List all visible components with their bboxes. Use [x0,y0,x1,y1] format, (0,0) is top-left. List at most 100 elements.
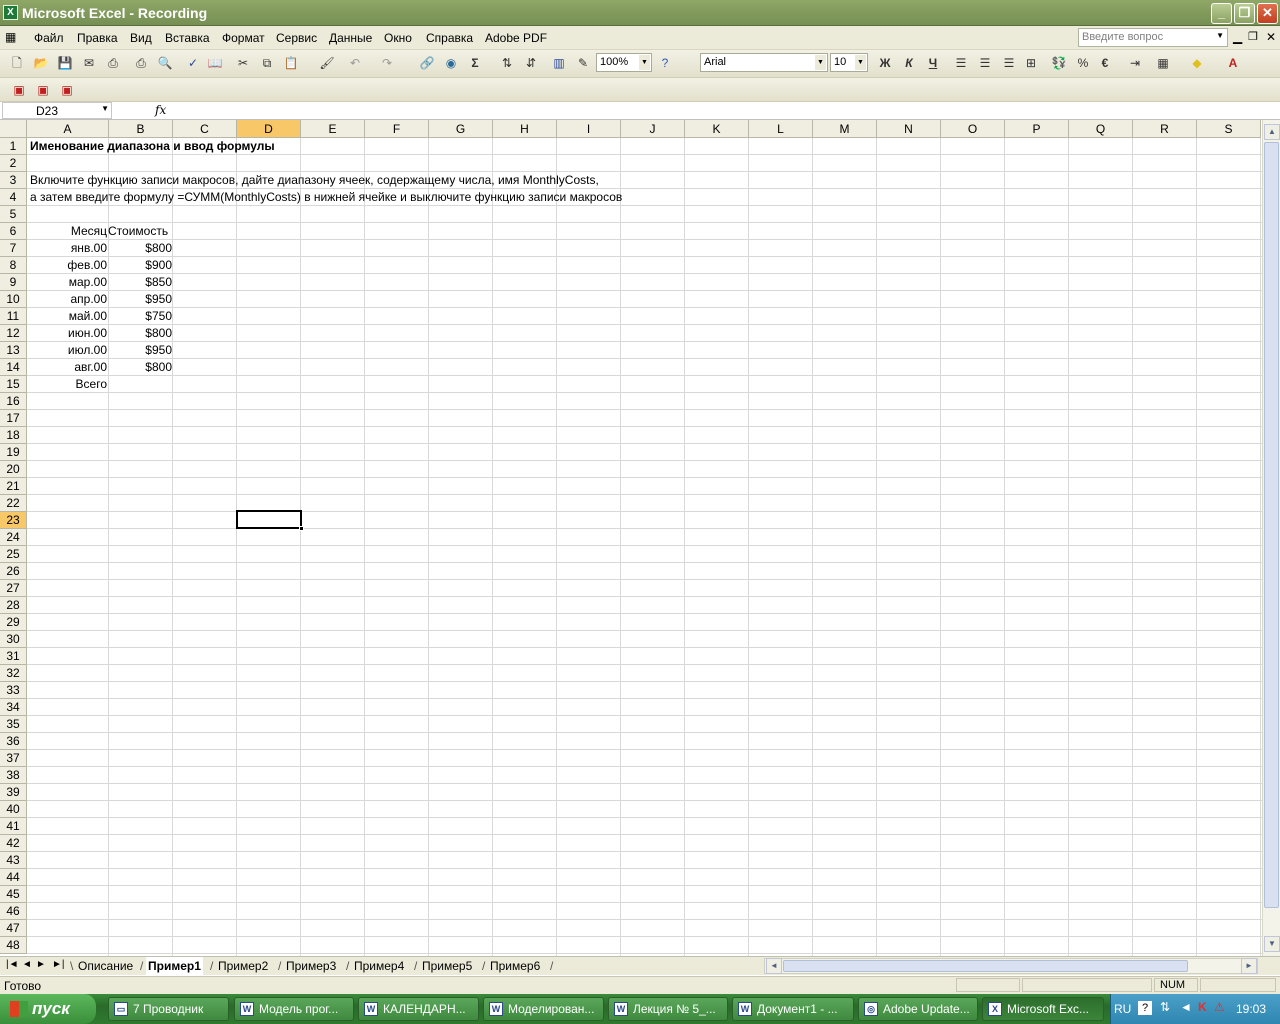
taskbar-item-1[interactable]: W Модель прог... [234,997,354,1021]
percent-icon[interactable]: % [1074,54,1092,72]
undo-icon[interactable]: ↶ [346,54,364,72]
row-header-16[interactable]: 16 [0,393,27,410]
chevron-down-icon[interactable]: ▼ [855,55,866,70]
spreadsheet-grid[interactable]: ABCDEFGHIJKLMNOPQRS 1 2 3 4 5 6 7 8 9 10 11 12 13 14 1… [0,120,1262,956]
copy-icon[interactable]: ⧉ [258,54,276,72]
chevron-down-icon[interactable]: ▼ [1216,31,1224,40]
pdf-convert-icon[interactable]: ▣ [10,81,28,99]
cell-cost[interactable]: $750 [110,308,174,325]
taskbar-item-6[interactable]: ◎ Adobe Update... [858,997,978,1021]
column-header-q[interactable]: Q [1069,120,1133,138]
row-header-10[interactable]: 10 [0,291,27,308]
print-preview-icon[interactable]: ⎙ [132,54,150,72]
taskbar-item-7[interactable]: X Microsoft Exc... [982,997,1104,1021]
row-header-18[interactable]: 18 [0,427,27,444]
taskbar-item-4[interactable]: W Лекция № 5_... [608,997,728,1021]
fill-color-icon[interactable]: ◆ [1188,54,1206,72]
row-header-5[interactable]: 5 [0,206,27,223]
row-header-36[interactable]: 36 [0,733,27,750]
sheet-tab-6[interactable]: Пример6 [488,957,542,975]
row-header-34[interactable]: 34 [0,699,27,716]
language-indicator[interactable]: RU [1114,1002,1131,1016]
active-cell-d23[interactable] [236,510,304,531]
column-header-e[interactable]: E [301,120,365,138]
row-header-24[interactable]: 24 [0,529,27,546]
column-header-s[interactable]: S [1197,120,1261,138]
row-header-19[interactable]: 19 [0,444,27,461]
column-header-c[interactable]: C [173,120,237,138]
row-header-31[interactable]: 31 [0,648,27,665]
select-all-corner[interactable] [0,120,27,138]
italic-button[interactable]: К [900,54,918,72]
web-icon[interactable]: ◉ [442,54,460,72]
scroll-right-icon[interactable]: ► [1241,958,1257,974]
cell-month[interactable]: янв.00 [28,240,109,257]
cell-month[interactable]: май.00 [28,308,109,325]
row-header-33[interactable]: 33 [0,682,27,699]
menu-7[interactable]: Окно [384,31,412,45]
sort-desc-icon[interactable]: ⇵ [522,54,540,72]
chevron-down-icon[interactable]: ▼ [639,55,650,70]
sheet-tab-0[interactable]: Описание [76,957,135,975]
open-icon[interactable]: 📂 [32,54,50,72]
column-header-r[interactable]: R [1133,120,1197,138]
formula-bar[interactable] [0,102,1280,120]
instruction-line-1[interactable]: Включите функцию записи макросов, дайте … [28,172,599,189]
row-header-4[interactable]: 4 [0,189,27,206]
column-header-n[interactable]: N [877,120,941,138]
merge-center-icon[interactable]: ⊞ [1022,54,1040,72]
excel-app-icon[interactable]: X [3,5,18,20]
row-header-11[interactable]: 11 [0,308,27,325]
row-header-29[interactable]: 29 [0,614,27,631]
minimize-button[interactable]: _ [1211,3,1232,24]
help-icon[interactable]: ? [656,54,674,72]
bold-button[interactable]: Ж [876,54,894,72]
cell-month[interactable]: авг.00 [28,359,109,376]
cell-cost[interactable]: $950 [110,291,174,308]
euro-icon[interactable]: € [1096,54,1114,72]
menu-2[interactable]: Вид [130,31,152,45]
scroll-up-icon[interactable]: ▲ [1264,124,1280,140]
new-icon[interactable]: 🗋 [8,54,26,72]
font-select[interactable]: Arial ▼ [700,53,828,72]
row-header-32[interactable]: 32 [0,665,27,682]
sort-asc-icon[interactable]: ⇅ [498,54,516,72]
cell-cost[interactable]: $950 [110,342,174,359]
spelling-icon[interactable]: ✓ [184,54,202,72]
row-header-2[interactable]: 2 [0,155,27,172]
menu-5[interactable]: Сервис [276,31,317,45]
menu-3[interactable]: Вставка [165,31,210,45]
redo-icon[interactable]: ↷ [378,54,396,72]
horizontal-scroll-thumb[interactable] [783,960,1188,972]
vertical-scroll-thumb[interactable] [1264,142,1279,908]
sheet-tab-5[interactable]: Пример5 [420,957,474,975]
zoom-select[interactable]: 100% ▼ [596,53,652,72]
menu-4[interactable]: Формат [222,31,265,45]
align-left-icon[interactable]: ☰ [952,54,970,72]
name-box[interactable]: D23 ▼ [2,102,112,119]
row-header-12[interactable]: 12 [0,325,27,342]
row-header-46[interactable]: 46 [0,903,27,920]
row-header-27[interactable]: 27 [0,580,27,597]
align-right-icon[interactable]: ☰ [1000,54,1018,72]
format-painter-icon[interactable]: 🖌 [318,54,336,72]
row-header-44[interactable]: 44 [0,869,27,886]
chart-wizard-icon[interactable]: ▥ [550,54,568,72]
row-header-21[interactable]: 21 [0,478,27,495]
autosum-icon[interactable]: Σ [466,54,484,72]
font-color-icon[interactable]: A [1224,54,1242,72]
drawing-icon[interactable]: ✎ [574,54,592,72]
column-header-h[interactable]: H [493,120,557,138]
row-header-48[interactable]: 48 [0,937,27,954]
vertical-scrollbar[interactable]: ▲ ▼ [1262,120,1280,956]
row-header-9[interactable]: 9 [0,274,27,291]
row-header-43[interactable]: 43 [0,852,27,869]
column-header-a[interactable]: A [27,120,109,138]
row-header-6[interactable]: 6 [0,223,27,240]
menu-9[interactable]: Adobe PDF [485,31,547,45]
doc-restore-button[interactable]: ❐ [1248,30,1258,43]
row-header-37[interactable]: 37 [0,750,27,767]
column-header-d[interactable]: D [237,120,301,138]
underline-button[interactable]: Ч [924,54,942,72]
maximize-button[interactable]: ❐ [1234,3,1255,24]
